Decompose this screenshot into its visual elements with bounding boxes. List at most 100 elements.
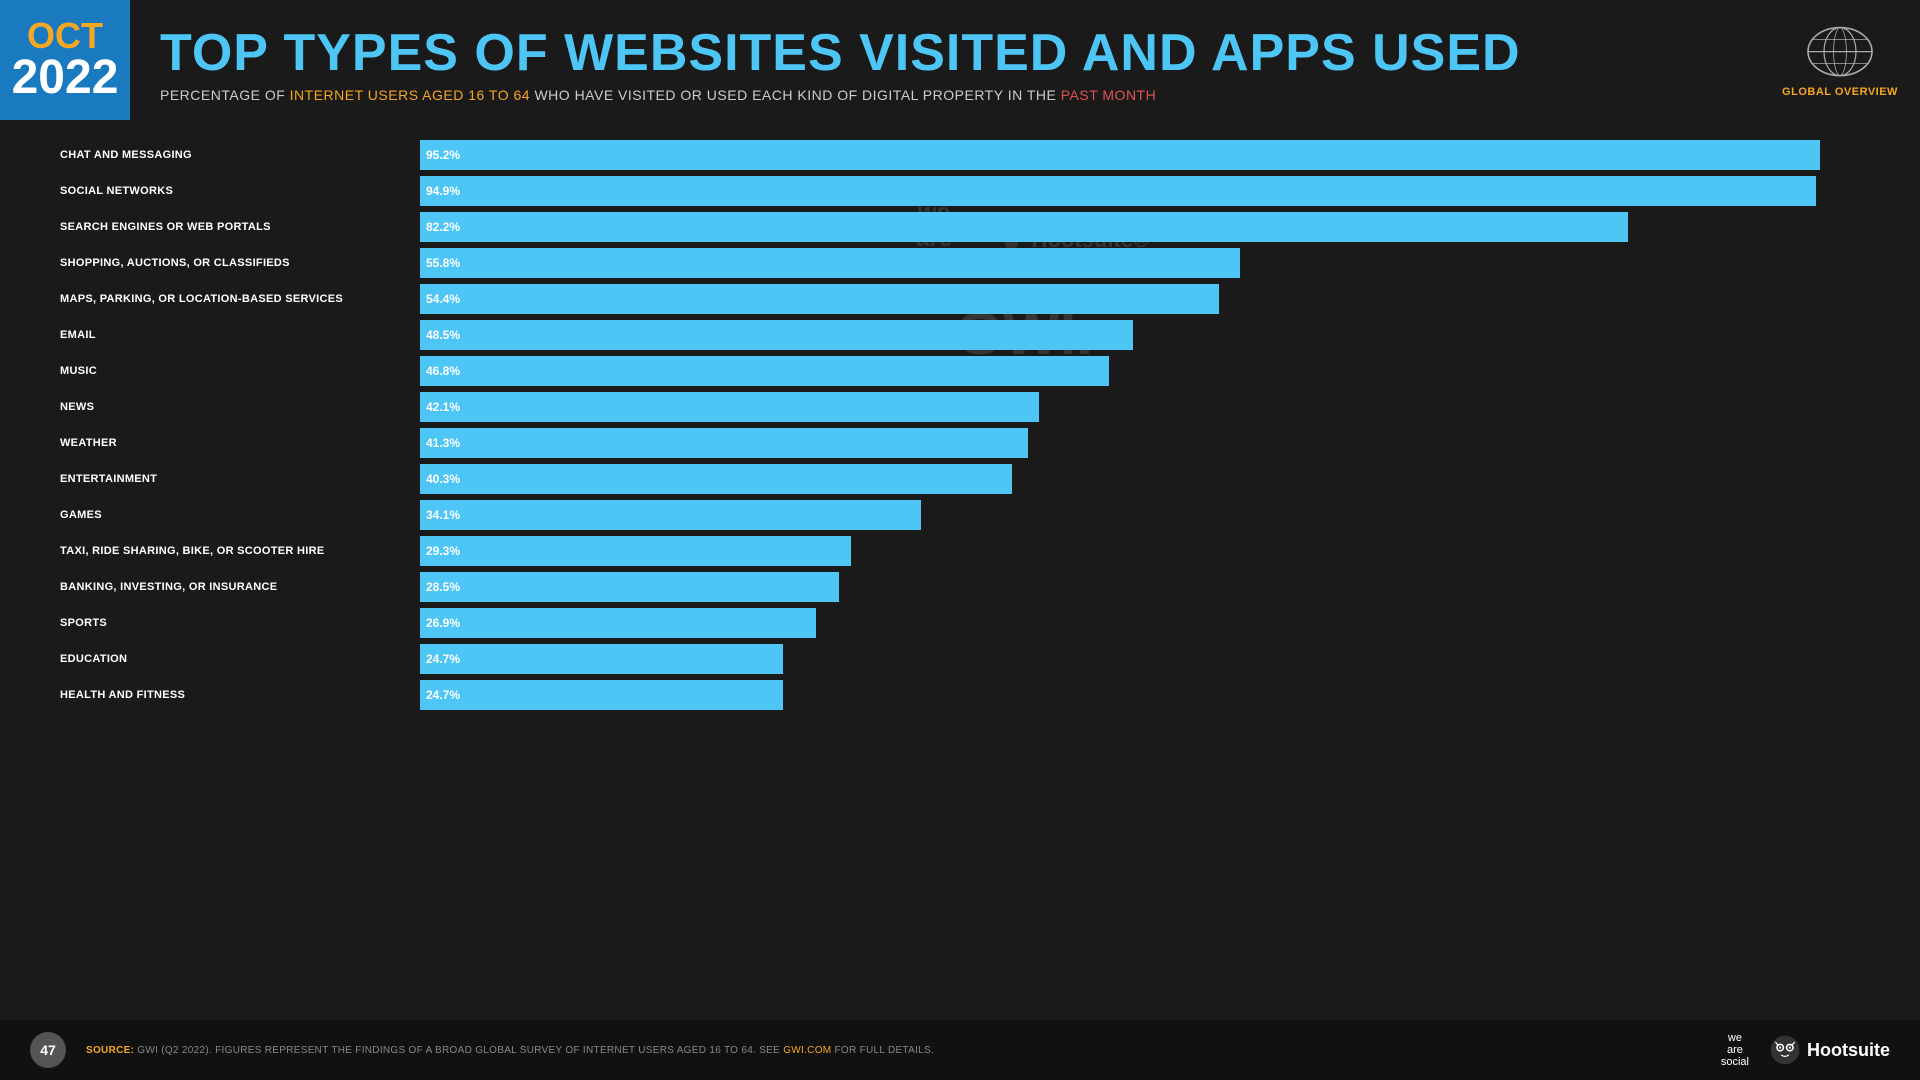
- bar-container: 26.9%: [420, 608, 1860, 638]
- bar-value: 42.1%: [426, 400, 460, 414]
- bar-row: MAPS, PARKING, OR LOCATION-BASED SERVICE…: [60, 284, 1860, 314]
- bar-row: SOCIAL NETWORKS 94.9%: [60, 176, 1860, 206]
- bar-label: WEATHER: [60, 437, 420, 449]
- bar-container: 55.8%: [420, 248, 1860, 278]
- bar: 42.1%: [420, 392, 1039, 422]
- bar: 95.2%: [420, 140, 1820, 170]
- bar: 40.3%: [420, 464, 1012, 494]
- bar-container: 42.1%: [420, 392, 1860, 422]
- bar-label: GAMES: [60, 509, 420, 521]
- bar: 41.3%: [420, 428, 1028, 458]
- bar-value: 48.5%: [426, 328, 460, 342]
- bar: 26.9%: [420, 608, 816, 638]
- bar-row: GAMES 34.1%: [60, 500, 1860, 530]
- bar-container: 95.2%: [420, 140, 1860, 170]
- bar-label: BANKING, INVESTING, OR INSURANCE: [60, 581, 420, 593]
- bar-value: 26.9%: [426, 616, 460, 630]
- bar-row: EMAIL 48.5%: [60, 320, 1860, 350]
- bar-label: EMAIL: [60, 329, 420, 341]
- bar-label: CHAT AND MESSAGING: [60, 149, 420, 161]
- bar-row: TAXI, RIDE SHARING, BIKE, OR SCOOTER HIR…: [60, 536, 1860, 566]
- bar: 48.5%: [420, 320, 1133, 350]
- wes-line1: we: [1721, 1032, 1749, 1044]
- bar-container: 54.4%: [420, 284, 1860, 314]
- bar: 28.5%: [420, 572, 839, 602]
- source-link: GWI.COM: [783, 1045, 831, 1056]
- bar-row: SEARCH ENGINES OR WEB PORTALS82.2%: [60, 212, 1860, 242]
- bar-label: SOCIAL NETWORKS: [60, 185, 420, 197]
- bar-row: WEATHER 41.3%: [60, 428, 1860, 458]
- bar-row: NEWS 42.1%: [60, 392, 1860, 422]
- date-month: OCT: [27, 18, 103, 54]
- bar-label: ENTERTAINMENT: [60, 473, 420, 485]
- main-title: TOP TYPES OF WEBSITES VISITED AND APPS U…: [160, 27, 1740, 79]
- bar-value: 29.3%: [426, 544, 460, 558]
- bar-value: 95.2%: [426, 148, 460, 162]
- bar-label: EDUCATION: [60, 653, 420, 665]
- globe-icon: [1800, 22, 1880, 82]
- header-content: TOP TYPES OF WEBSITES VISITED AND APPS U…: [130, 0, 1760, 120]
- bar-container: 94.9%: [420, 176, 1860, 206]
- bar: 24.7%: [420, 680, 783, 710]
- bar-container: 41.3%: [420, 428, 1860, 458]
- header: OCT 2022 TOP TYPES OF WEBSITES VISITED A…: [0, 0, 1920, 120]
- bar-value: 24.7%: [426, 688, 460, 702]
- globe-area: GLOBAL OVERVIEW: [1760, 0, 1920, 120]
- hootsuite-label: Hootsuite: [1807, 1040, 1890, 1061]
- source-end: FOR FULL DETAILS.: [831, 1045, 934, 1056]
- bar-value: 40.3%: [426, 472, 460, 486]
- subtitle: PERCENTAGE OF INTERNET USERS AGED 16 TO …: [160, 87, 1740, 103]
- wes-line2: are: [1721, 1044, 1749, 1056]
- bar-container: 46.8%: [420, 356, 1860, 386]
- bar-value: 34.1%: [426, 508, 460, 522]
- bar: 34.1%: [420, 500, 921, 530]
- bar-container: 82.2%: [420, 212, 1860, 242]
- bar-value: 41.3%: [426, 436, 460, 450]
- bar-value: 46.8%: [426, 364, 460, 378]
- bar-row: HEALTH AND FITNESS24.7%: [60, 680, 1860, 710]
- bar-container: 28.5%: [420, 572, 1860, 602]
- bar-label: MUSIC: [60, 365, 420, 377]
- bar-label: MAPS, PARKING, OR LOCATION-BASED SERVICE…: [60, 293, 420, 305]
- wes-line3: social: [1721, 1056, 1749, 1068]
- subtitle-highlight2: PAST MONTH: [1061, 87, 1157, 103]
- bar-row: SHOPPING, AUCTIONS, OR CLASSIFIEDS 55.8%: [60, 248, 1860, 278]
- page-number: 47: [30, 1032, 66, 1068]
- bar-value: 28.5%: [426, 580, 460, 594]
- bar-label: TAXI, RIDE SHARING, BIKE, OR SCOOTER HIR…: [60, 545, 420, 557]
- date-box: OCT 2022: [0, 0, 130, 120]
- bar-container: 29.3%: [420, 536, 1860, 566]
- bar-label: SPORTS: [60, 617, 420, 629]
- source-body: GWI (Q2 2022). FIGURES REPRESENT THE FIN…: [134, 1045, 783, 1056]
- bar-row: MUSIC 46.8%: [60, 356, 1860, 386]
- bar-container: 40.3%: [420, 464, 1860, 494]
- bar-value: 24.7%: [426, 652, 460, 666]
- subtitle-before: PERCENTAGE OF: [160, 87, 290, 103]
- bar-value: 55.8%: [426, 256, 460, 270]
- subtitle-highlight1: INTERNET USERS AGED 16 TO 64: [290, 87, 530, 103]
- bar-container: 48.5%: [420, 320, 1860, 350]
- hootsuite-footer: Hootsuite: [1769, 1034, 1890, 1066]
- bar-label: SEARCH ENGINES OR WEB PORTALS: [60, 221, 420, 233]
- footer: 47 SOURCE: GWI (Q2 2022). FIGURES REPRES…: [0, 1020, 1920, 1080]
- bar-row: SPORTS 26.9%: [60, 608, 1860, 638]
- source-text: SOURCE: GWI (Q2 2022). FIGURES REPRESENT…: [86, 1045, 1721, 1056]
- bar-container: 24.7%: [420, 680, 1860, 710]
- bar: 55.8%: [420, 248, 1240, 278]
- bar: 46.8%: [420, 356, 1109, 386]
- bar-row: CHAT AND MESSAGING 95.2%: [60, 140, 1860, 170]
- subtitle-middle: WHO HAVE VISITED OR USED EACH KIND OF DI…: [530, 87, 1061, 103]
- owl-icon: [1769, 1034, 1801, 1066]
- bar-row: ENTERTAINMENT 40.3%: [60, 464, 1860, 494]
- bar: 29.3%: [420, 536, 851, 566]
- bar-label: SHOPPING, AUCTIONS, OR CLASSIFIEDS: [60, 257, 420, 269]
- bar-label: NEWS: [60, 401, 420, 413]
- bar-row: EDUCATION 24.7%: [60, 644, 1860, 674]
- global-overview-label: GLOBAL OVERVIEW: [1782, 86, 1898, 98]
- bar-value: 94.9%: [426, 184, 460, 198]
- bar: 82.2%: [420, 212, 1628, 242]
- source-label: SOURCE:: [86, 1045, 134, 1056]
- wes-logo: we are social: [1721, 1032, 1749, 1068]
- footer-logos: we are social Hootsuite: [1721, 1032, 1890, 1068]
- bar: 24.7%: [420, 644, 783, 674]
